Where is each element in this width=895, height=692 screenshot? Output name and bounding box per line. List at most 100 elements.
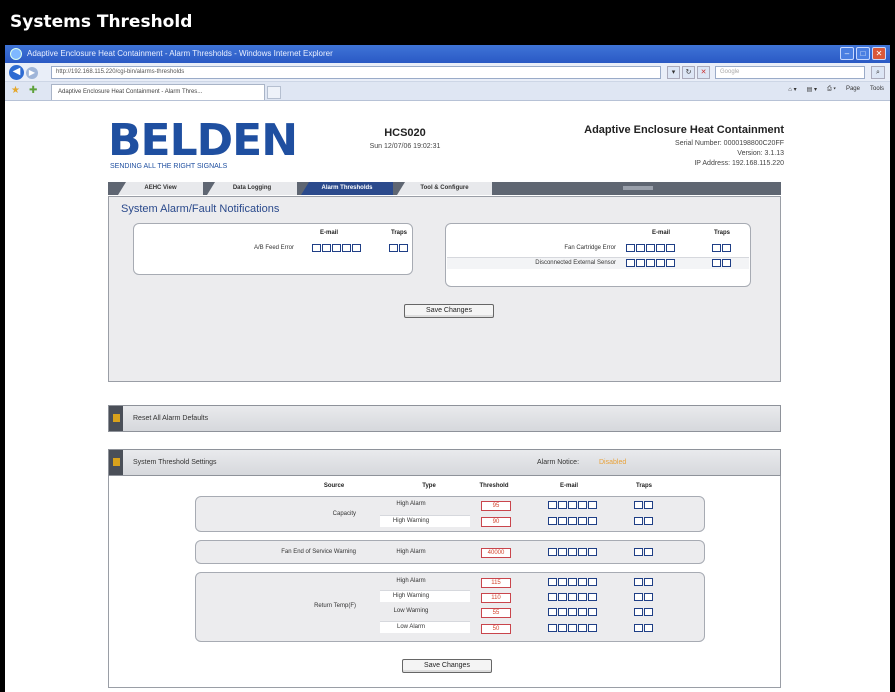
email-checkbox[interactable] [588, 501, 597, 509]
email-checkbox[interactable] [558, 578, 567, 586]
trap-checkbox[interactable] [644, 501, 653, 509]
trap-checkbox[interactable] [644, 608, 653, 616]
trap-checkbox[interactable] [634, 517, 643, 525]
email-checkbox[interactable] [548, 593, 557, 601]
trap-checkbox[interactable] [399, 244, 408, 252]
email-checkbox[interactable] [578, 624, 587, 632]
tools-menu[interactable]: Tools [870, 86, 884, 93]
trap-checkbox[interactable] [722, 244, 731, 252]
threshold-input[interactable]: 110 [481, 593, 511, 603]
email-checkbox[interactable] [588, 608, 597, 616]
trap-checkbox[interactable] [644, 517, 653, 525]
email-checkbox[interactable] [656, 259, 665, 267]
email-checkbox[interactable] [322, 244, 331, 252]
trap-checkbox[interactable] [634, 548, 643, 556]
email-checkbox[interactable] [548, 501, 557, 509]
threshold-input[interactable]: 40000 [481, 548, 511, 558]
trap-checkbox[interactable] [712, 259, 721, 267]
email-checkbox[interactable] [578, 578, 587, 586]
email-checkbox[interactable] [548, 624, 557, 632]
threshold-input[interactable]: 95 [481, 501, 511, 511]
expand-chevron-icon[interactable] [109, 450, 123, 475]
email-checkbox[interactable] [588, 593, 597, 601]
tab-tool-configure[interactable]: Tool & Configure [397, 182, 492, 195]
email-checkbox[interactable] [558, 624, 567, 632]
minimize-icon[interactable]: – [840, 47, 854, 60]
trap-checkbox[interactable] [644, 548, 653, 556]
browser-tab[interactable]: Adaptive Enclosure Heat Containment - Al… [51, 84, 265, 100]
trap-checkbox[interactable] [644, 624, 653, 632]
trap-checkbox[interactable] [712, 244, 721, 252]
trap-checkbox[interactable] [634, 608, 643, 616]
email-checkbox[interactable] [548, 517, 557, 525]
email-checkbox[interactable] [578, 517, 587, 525]
url-input[interactable]: http://192.168.115.220/cgi-bin/alarms-th… [51, 66, 661, 79]
trap-checkbox[interactable] [634, 593, 643, 601]
search-input[interactable]: Google [715, 66, 865, 79]
add-favorites-icon[interactable]: ✚ [29, 85, 37, 96]
email-checkbox[interactable] [568, 517, 577, 525]
threshold-input[interactable]: 55 [481, 608, 511, 618]
email-checkbox[interactable] [352, 244, 361, 252]
save-changes-button[interactable]: Save Changes [402, 659, 492, 673]
back-arrow-icon[interactable]: ◀ [9, 65, 24, 80]
threshold-settings-header[interactable]: System Threshold Settings Alarm Notice: … [108, 449, 781, 476]
email-checkbox[interactable] [578, 548, 587, 556]
email-checkbox[interactable] [332, 244, 341, 252]
refresh-icon[interactable]: ↻ [682, 66, 695, 79]
search-icon[interactable]: ⌕ [871, 66, 885, 79]
forward-arrow-icon[interactable]: ▶ [26, 67, 38, 79]
email-checkbox[interactable] [626, 244, 635, 252]
email-checkbox[interactable] [312, 244, 321, 252]
trap-checkbox[interactable] [634, 578, 643, 586]
save-changes-button[interactable]: Save Changes [404, 304, 494, 318]
reset-defaults-section[interactable]: Reset All Alarm Defaults [108, 405, 781, 432]
trap-checkbox[interactable] [644, 578, 653, 586]
maximize-icon[interactable]: □ [856, 47, 870, 60]
trap-checkbox[interactable] [644, 593, 653, 601]
email-checkbox[interactable] [548, 578, 557, 586]
close-icon[interactable]: ✕ [872, 47, 886, 60]
email-checkbox[interactable] [568, 624, 577, 632]
email-checkbox[interactable] [646, 259, 655, 267]
email-checkbox[interactable] [578, 501, 587, 509]
tab-data-logging[interactable]: Data Logging [207, 182, 297, 195]
email-checkbox[interactable] [588, 578, 597, 586]
new-tab-button[interactable] [267, 86, 281, 99]
trap-checkbox[interactable] [634, 624, 643, 632]
email-checkbox[interactable] [578, 608, 587, 616]
email-checkbox[interactable] [588, 548, 597, 556]
home-icon[interactable]: ⌂ ▾ [788, 86, 796, 93]
email-checkbox[interactable] [568, 593, 577, 601]
email-checkbox[interactable] [588, 624, 597, 632]
threshold-input[interactable]: 50 [481, 624, 511, 634]
print-icon[interactable]: ⎙ ▾ [827, 86, 836, 93]
email-checkbox[interactable] [666, 244, 675, 252]
email-checkbox[interactable] [568, 501, 577, 509]
email-checkbox[interactable] [568, 608, 577, 616]
expand-chevron-icon[interactable] [109, 406, 123, 431]
tab-alarm-thresholds[interactable]: Alarm Thresholds [301, 182, 393, 195]
email-checkbox[interactable] [656, 244, 665, 252]
email-checkbox[interactable] [636, 259, 645, 267]
email-checkbox[interactable] [666, 259, 675, 267]
email-checkbox[interactable] [588, 517, 597, 525]
trap-checkbox[interactable] [634, 501, 643, 509]
stop-icon[interactable]: ✕ [697, 66, 710, 79]
trap-checkbox[interactable] [722, 259, 731, 267]
email-checkbox[interactable] [558, 517, 567, 525]
favorites-star-icon[interactable]: ★ [11, 85, 20, 96]
email-checkbox[interactable] [548, 548, 557, 556]
compat-view-icon[interactable]: ▾ [667, 66, 680, 79]
email-checkbox[interactable] [626, 259, 635, 267]
email-checkbox[interactable] [558, 501, 567, 509]
tab-aehc-view[interactable]: AEHC View [118, 182, 203, 195]
threshold-input[interactable]: 115 [481, 578, 511, 588]
email-checkbox[interactable] [558, 608, 567, 616]
email-checkbox[interactable] [558, 548, 567, 556]
threshold-input[interactable]: 90 [481, 517, 511, 527]
email-checkbox[interactable] [578, 593, 587, 601]
email-checkbox[interactable] [646, 244, 655, 252]
email-checkbox[interactable] [548, 608, 557, 616]
email-checkbox[interactable] [568, 548, 577, 556]
